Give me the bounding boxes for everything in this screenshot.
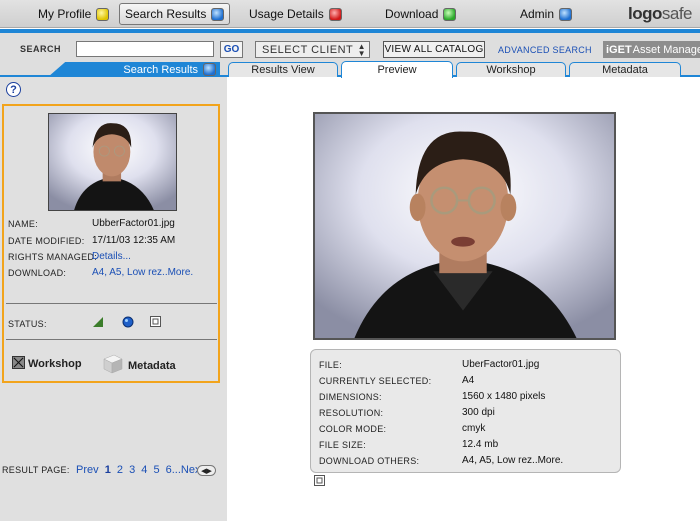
file-label: FILE:: [319, 360, 343, 370]
frame-icon[interactable]: [314, 475, 325, 486]
tab-metadata[interactable]: Metadata: [569, 62, 681, 77]
triangle-status-icon[interactable]: [92, 316, 104, 328]
nav-search-results[interactable]: Search Results: [119, 3, 231, 25]
name-label: NAME:: [8, 219, 39, 229]
currently-selected-value[interactable]: A4: [462, 375, 474, 386]
help-icon[interactable]: ?: [6, 82, 21, 97]
red-dot-icon: [328, 7, 342, 21]
divider: [6, 339, 217, 340]
nav-label: Admin: [520, 7, 555, 21]
portrait-image: [49, 114, 176, 210]
tab-label: Search Results: [123, 63, 198, 76]
iget-text: Asset Manager: [632, 43, 700, 56]
page-link[interactable]: 1: [105, 464, 111, 476]
file-info-card: FILE: UberFactor01.jpg CURRENTLY SELECTE…: [310, 349, 621, 473]
workshop-box-icon[interactable]: [12, 356, 25, 369]
select-client-dropdown[interactable]: SELECT CLIENT ▲ ▼: [255, 41, 370, 58]
portrait-image: [315, 114, 614, 338]
status-label: STATUS:: [8, 319, 47, 329]
nav-label: Download: [385, 7, 439, 21]
nav-label: My Profile: [38, 7, 92, 21]
top-navigation: My Profile Search Results Usage Details …: [0, 0, 700, 28]
nav-label: Usage Details: [249, 7, 324, 21]
file-size-value: 12.4 mb: [462, 439, 499, 450]
color-mode-label: COLOR MODE:: [319, 424, 387, 434]
file-size-label: FILE SIZE:: [319, 440, 367, 450]
logosafe-logo: logosafe: [627, 4, 693, 24]
frame-status-icon[interactable]: [150, 316, 161, 327]
pager-ellipsis: ...: [171, 464, 181, 476]
green-dot-icon: [443, 7, 457, 21]
resolution-value: 300 dpi: [462, 407, 495, 418]
selected-asset-card: NAME: UbberFactor01.jpg DATE MODIFIED: 1…: [2, 104, 220, 383]
page-link[interactable]: 5: [153, 464, 159, 476]
download-others-links[interactable]: A4, A5, Low rez..More.: [462, 455, 563, 466]
blue-dot-icon: [211, 7, 225, 21]
logo-part2: safe: [661, 4, 693, 23]
nav-usage-details[interactable]: Usage Details: [249, 3, 342, 25]
name-value: UbberFactor01.jpg: [92, 218, 175, 229]
search-input[interactable]: [76, 41, 214, 57]
view-all-catalog-button[interactable]: VIEW ALL CATALOG: [383, 41, 485, 58]
iget-asset-manager-button[interactable]: iGET Asset Manager: [603, 41, 700, 58]
date-modified-value: 17/11/03 12:35 AM: [92, 235, 176, 246]
result-page-label: RESULT PAGE:: [2, 465, 70, 475]
advanced-search-link[interactable]: ADVANCED SEARCH: [498, 45, 592, 55]
dimensions-value: 1560 x 1480 pixels: [462, 391, 546, 402]
go-button[interactable]: GO: [220, 41, 243, 58]
download-others-label: DOWNLOAD OTHERS:: [319, 456, 420, 466]
nav-download[interactable]: Download: [385, 3, 457, 25]
nav-my-profile[interactable]: My Profile: [38, 3, 110, 25]
download-label: DOWNLOAD:: [8, 268, 67, 278]
resolution-label: RESOLUTION:: [319, 408, 384, 418]
blue-dot-icon: [203, 63, 216, 76]
page-link[interactable]: 3: [129, 464, 135, 476]
tab-preview[interactable]: Preview: [341, 61, 453, 78]
rights-managed-label: RIGHTS MANAGED:: [8, 252, 98, 262]
currently-selected-label: CURRENTLY SELECTED:: [319, 376, 432, 386]
globe-status-icon[interactable]: [122, 316, 134, 328]
divider: [6, 303, 217, 304]
metadata-link[interactable]: Metadata: [128, 360, 176, 372]
workshop-link[interactable]: Workshop: [28, 358, 82, 370]
metadata-cube-icon[interactable]: [100, 351, 124, 375]
pager-arrows-icon[interactable]: ◀▶: [197, 465, 216, 476]
updown-arrow-icon: ▲ ▼: [357, 42, 366, 58]
nav-label: Search Results: [125, 7, 207, 21]
search-bar: SEARCH GO SELECT CLIENT ▲ ▼ VIEW ALL CATA…: [0, 33, 700, 62]
search-label: SEARCH: [20, 44, 62, 54]
logo-part1: logo: [627, 4, 662, 23]
yellow-dot-icon: [96, 7, 110, 21]
select-client-label: SELECT CLIENT: [262, 43, 354, 56]
prev-link[interactable]: Prev: [76, 464, 99, 476]
preview-image[interactable]: [313, 112, 616, 340]
download-links[interactable]: A4, A5, Low rez..More.: [92, 267, 193, 278]
nav-admin[interactable]: Admin: [520, 3, 573, 25]
tab-workshop[interactable]: Workshop: [456, 62, 566, 77]
blue-dot-icon: [559, 7, 573, 21]
color-mode-value: cmyk: [462, 423, 486, 434]
dimensions-label: DIMENSIONS:: [319, 392, 382, 402]
page-link[interactable]: 4: [141, 464, 147, 476]
tab-search-results[interactable]: Search Results: [48, 62, 220, 77]
pagination: Prev 1 2 3 4 5 6...Next: [76, 464, 207, 476]
tab-results-view[interactable]: Results View: [228, 62, 338, 77]
asset-thumbnail[interactable]: [48, 113, 177, 211]
file-value: UberFactor01.jpg: [462, 359, 540, 370]
rights-details-link[interactable]: Details...: [92, 251, 131, 262]
page-link[interactable]: 2: [117, 464, 123, 476]
date-modified-label: DATE MODIFIED:: [8, 236, 85, 246]
iget-bold: iGET: [606, 43, 632, 56]
